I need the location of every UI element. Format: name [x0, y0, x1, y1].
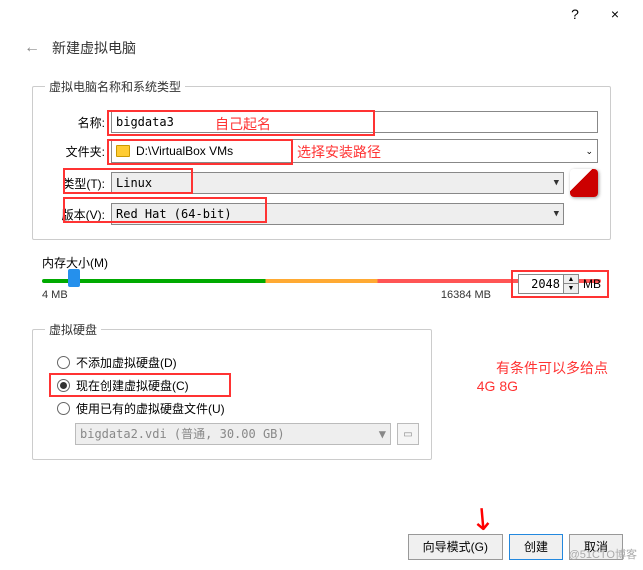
create-button[interactable]: 创建 [509, 534, 563, 560]
radio-existing-disk[interactable] [57, 402, 70, 415]
annot-box-memory [511, 270, 609, 298]
annot-name-hint: 自己起名 [215, 114, 271, 134]
annot-box-createdisk [49, 373, 231, 397]
memory-label: 内存大小(M) [42, 254, 611, 271]
memory-max: 16384 MB [441, 289, 491, 301]
chevron-down-icon: ▼ [379, 424, 386, 444]
memory-min: 4 MB [42, 289, 68, 301]
folder-label: 文件夹: [45, 143, 105, 160]
help-icon[interactable]: ? [555, 1, 595, 29]
close-icon[interactable]: × [595, 1, 635, 29]
radio-existing-disk-label: 使用已有的虚拟硬盘文件(U) [76, 400, 225, 417]
name-label: 名称: [45, 114, 105, 131]
annot-box-version [63, 197, 267, 223]
chevron-down-icon: ▼ [554, 204, 559, 224]
annot-box-folder [107, 139, 293, 165]
chevron-down-icon: ▼ [554, 173, 559, 193]
existing-disk-select: bigdata2.vdi (普通, 30.00 GB) ▼ [75, 423, 391, 445]
annot-mem-hint1: 有条件可以多给点 [496, 358, 608, 378]
disk-legend: 虚拟硬盘 [45, 321, 101, 338]
group-name-ostype: 虚拟电脑名称和系统类型 名称: 文件夹: D:\VirtualBox VMs ⌄… [32, 78, 611, 240]
chevron-down-icon: ⌄ [585, 140, 593, 162]
annot-box-type [63, 168, 193, 194]
dialog-title: 新建虚拟电脑 [52, 38, 136, 58]
annot-folder-hint: 选择安装路径 [297, 142, 381, 162]
slider-thumb[interactable] [68, 269, 80, 287]
annot-mem-hint2: 4G 8G [477, 378, 518, 394]
guide-mode-button[interactable]: 向导模式(G) [408, 534, 503, 560]
browse-disk-icon: ▭ [397, 423, 419, 445]
existing-disk-value: bigdata2.vdi (普通, 30.00 GB) [80, 424, 285, 444]
radio-no-disk-label: 不添加虚拟硬盘(D) [76, 354, 177, 371]
radio-no-disk[interactable] [57, 356, 70, 369]
back-button[interactable]: ← [24, 39, 40, 57]
os-icon [570, 169, 598, 197]
group-legend: 虚拟电脑名称和系统类型 [45, 78, 185, 95]
group-disk: 虚拟硬盘 不添加虚拟硬盘(D) 现在创建虚拟硬盘(C) 使用已有的虚拟硬盘文件(… [32, 321, 432, 460]
watermark: @51CTO博客 [569, 546, 637, 562]
